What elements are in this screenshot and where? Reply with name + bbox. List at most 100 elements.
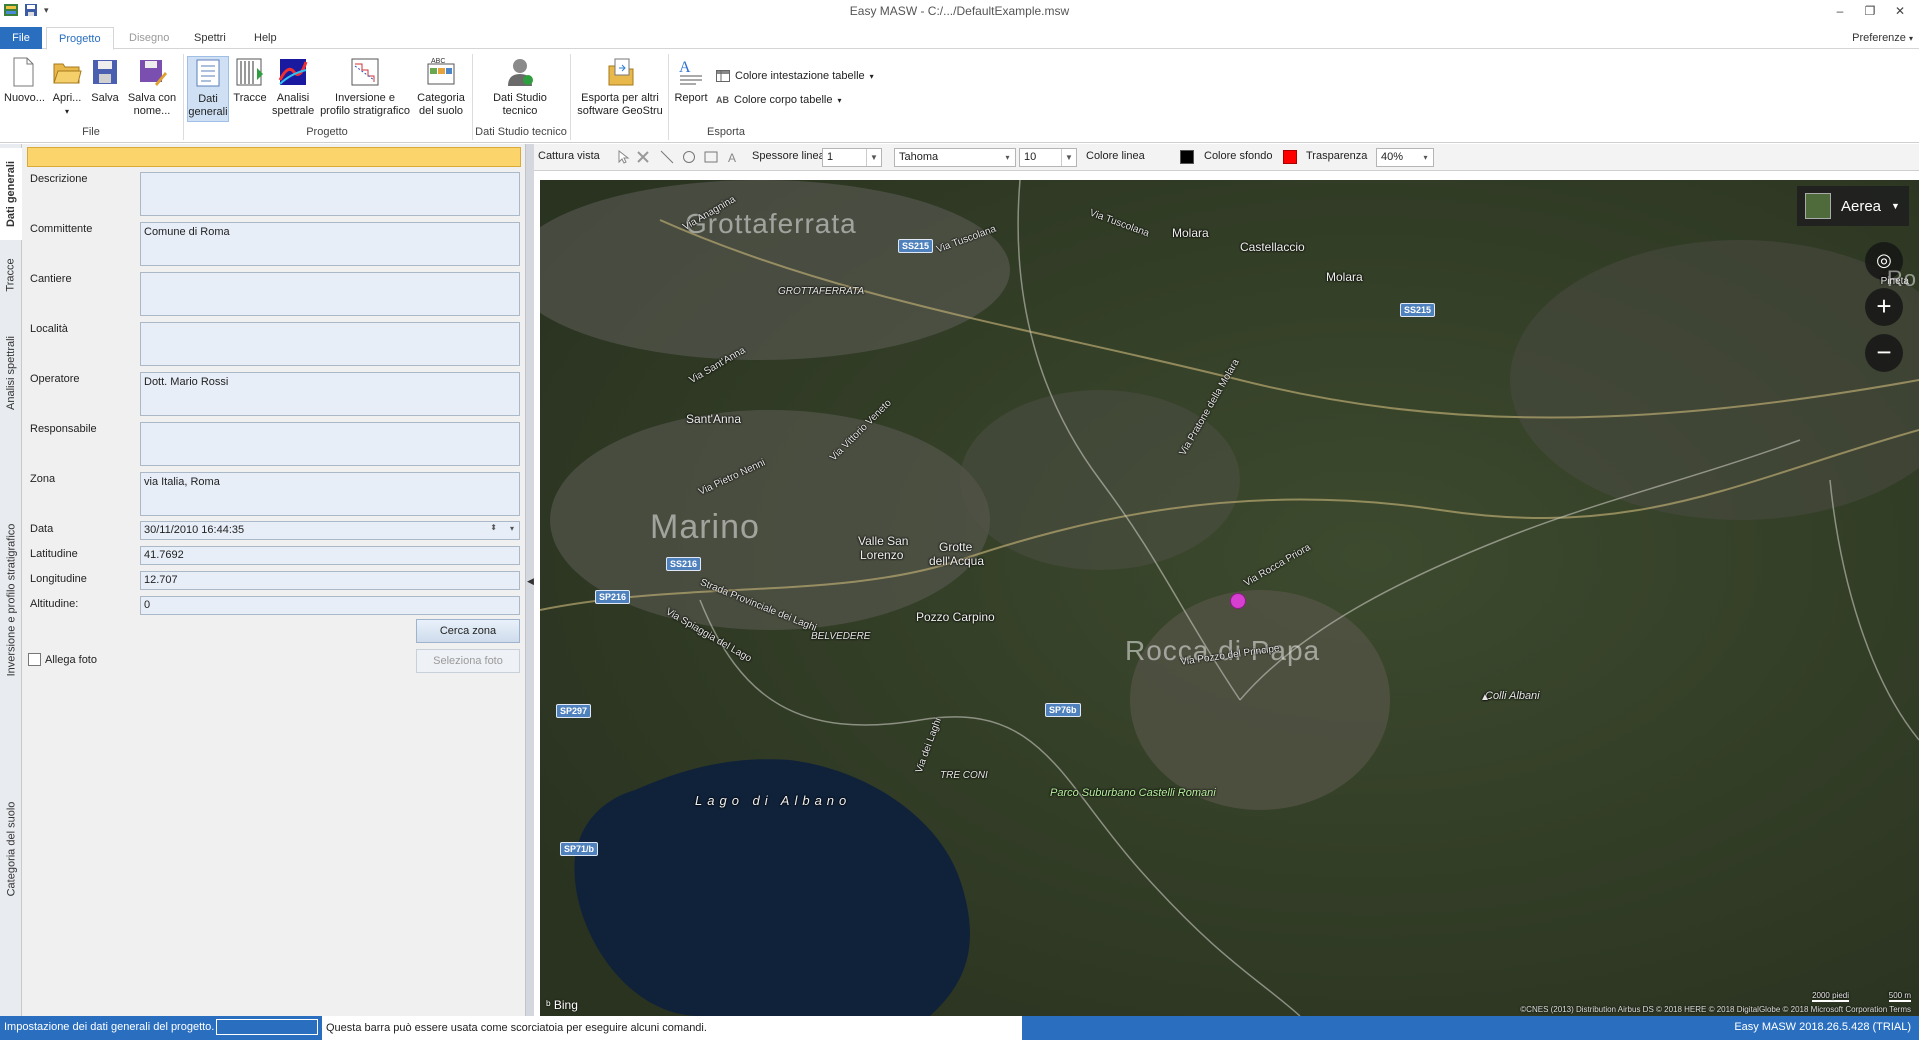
location-pin[interactable] <box>1230 593 1246 609</box>
save-button[interactable]: Salva <box>90 56 120 105</box>
preferences-menu[interactable]: Preferenze ▾ <box>1852 27 1913 50</box>
localita-field[interactable] <box>140 322 520 366</box>
categoria-suolo-button[interactable]: ABC Categoria del suolo <box>416 56 466 118</box>
pointer-icon[interactable] <box>616 150 630 164</box>
progetto-group-label: Progetto <box>306 126 348 138</box>
data-datetime-picker[interactable]: 30/11/2010 16:44:35 ⬍ ▾ <box>140 521 520 540</box>
colore-corpo-label: Colore corpo tabelle <box>734 94 833 106</box>
tab-help[interactable]: Help <box>242 27 289 49</box>
tracce-label: Tracce <box>233 92 267 104</box>
descrizione-field[interactable] <box>140 172 520 216</box>
new-button[interactable]: Nuovo... <box>4 56 45 105</box>
seleziona-foto-button[interactable]: Seleziona foto <box>416 649 520 673</box>
responsabile-field[interactable] <box>140 422 520 466</box>
save-as-button[interactable]: Salva con nome... <box>126 56 178 118</box>
dati-generali-button[interactable]: Dati generali <box>187 56 229 122</box>
plus-icon: + <box>1876 291 1892 321</box>
tab-disegno[interactable]: Disegno <box>117 27 181 49</box>
font-select[interactable]: Tahoma ▾ <box>894 148 1016 167</box>
save-label: Salva <box>91 92 119 104</box>
bing-logo: ᵇ Bing <box>546 998 578 1012</box>
latitudine-field[interactable]: 41.7692 <box>140 546 520 565</box>
aerial-thumbnail-icon <box>1805 193 1831 219</box>
tab-file[interactable]: File <box>0 27 42 49</box>
chevron-down-icon: ▼ <box>1891 201 1900 211</box>
categoria-label-1: Categoria <box>417 92 465 104</box>
colore-intestazione-button[interactable]: Colore intestazione tabelle ▾ <box>716 70 874 82</box>
analisi-spettrale-button[interactable]: Analisi spettrale <box>272 56 314 118</box>
tab-progetto[interactable]: Progetto <box>46 27 114 50</box>
esporta-geostru-button[interactable]: Esporta per altri software GeoStru <box>574 56 666 118</box>
vtab-tracce-label: Tracce <box>5 258 17 292</box>
vtab-categoria[interactable]: Categoria del suolo <box>0 764 22 934</box>
colore-sfondo-swatch[interactable] <box>1283 150 1297 164</box>
dati-generali-panel: Descrizione Committente Comune di Roma C… <box>22 144 525 1016</box>
trasparenza-select[interactable]: 40% ▾ <box>1376 148 1434 167</box>
esporta-label-2: software GeoStru <box>577 105 663 117</box>
cattura-vista-button[interactable]: Cattura vista <box>538 150 600 162</box>
font-size-select[interactable]: 10 ▼ <box>1019 148 1077 167</box>
committente-field[interactable]: Comune di Roma <box>140 222 520 266</box>
svg-text:A: A <box>679 59 691 76</box>
spessore-linea-select[interactable]: 1 ▼ <box>822 148 882 167</box>
map-style-selector[interactable]: Aerea ▼ <box>1797 186 1909 226</box>
altitudine-label: Altitudine: <box>30 598 79 610</box>
open-button[interactable]: Apri... ▾ <box>50 56 84 118</box>
vtab-dati-generali[interactable]: Dati generali <box>0 148 22 240</box>
responsabile-label: Responsabile <box>30 423 97 435</box>
spin-icon[interactable]: ⬍ <box>490 523 497 532</box>
tracce-button[interactable]: Tracce <box>232 56 268 105</box>
export-icon <box>608 58 634 86</box>
zoom-in-button[interactable]: + <box>1865 288 1903 326</box>
ellipse-tool-icon[interactable] <box>682 150 696 164</box>
aerial-map[interactable]: Grottaferrata GROTTAFERRATA Marino Rocca… <box>540 180 1919 1016</box>
new-label: Nuovo... <box>4 92 45 104</box>
rectangle-tool-icon[interactable] <box>704 150 718 164</box>
altitudine-field[interactable]: 0 <box>140 596 520 615</box>
status-bar: Impostazione dei dati generali del proge… <box>0 1016 1919 1040</box>
map-label-grottaferrata-small: GROTTAFERRATA <box>778 286 865 297</box>
colore-corpo-button[interactable]: AB Colore corpo tabelle ▾ <box>716 94 841 106</box>
vtab-tracce[interactable]: Tracce <box>0 244 22 306</box>
inversione-button[interactable]: Inversione e profilo stratigrafico <box>318 56 412 118</box>
minimize-button[interactable]: – <box>1825 0 1855 22</box>
report-button[interactable]: A Report <box>672 56 710 105</box>
close-button[interactable]: ✕ <box>1885 0 1915 22</box>
esporta-label-1: Esporta per altri <box>581 92 659 104</box>
delete-icon[interactable] <box>636 150 650 164</box>
trasparenza-label: Trasparenza <box>1306 150 1368 162</box>
cerca-zona-button[interactable]: Cerca zona <box>416 619 520 643</box>
allega-foto-checkbox[interactable]: Allega foto <box>28 653 97 666</box>
vtab-analisi[interactable]: Analisi spettrali <box>0 310 22 436</box>
vtab-inversione[interactable]: Inversione e profilo stratigrafico <box>0 440 22 760</box>
save-as-label-2: nome... <box>133 105 171 117</box>
status-command-input[interactable] <box>216 1019 318 1035</box>
restore-button[interactable]: ❐ <box>1855 0 1885 22</box>
bing-label: Bing <box>553 998 578 1012</box>
line-tool-icon[interactable] <box>660 150 674 164</box>
checkbox-box[interactable] <box>28 653 41 666</box>
text-tool-icon[interactable]: A <box>726 150 740 164</box>
collapse-arrow-icon[interactable]: ◀ <box>527 576 534 592</box>
operatore-field[interactable]: Dott. Mario Rossi <box>140 372 520 416</box>
floppy-icon <box>93 60 117 84</box>
longitudine-field[interactable]: 12.707 <box>140 571 520 590</box>
dati-studio-button[interactable]: Dati Studio tecnico <box>486 56 554 118</box>
analisi-label-2: spettrale <box>272 105 315 117</box>
trasparenza-value: 40% <box>1381 151 1404 163</box>
chevron-down-icon[interactable]: ▾ <box>510 524 514 533</box>
tab-spettri[interactable]: Spettri <box>182 27 238 49</box>
vtab-categoria-label: Categoria del suolo <box>5 801 18 897</box>
ab-icon: AB <box>716 95 729 105</box>
colore-linea-swatch[interactable] <box>1180 150 1194 164</box>
zona-field[interactable]: via Italia, Roma <box>140 472 520 516</box>
map-label-valle-san-1: Valle San <box>858 534 909 548</box>
floppy-pencil-icon <box>140 60 167 86</box>
zoom-out-button[interactable]: − <box>1865 334 1903 372</box>
map-label-grotte-2: dell'Acqua <box>929 554 984 568</box>
panel-splitter[interactable]: ◀ <box>525 144 534 1016</box>
chevron-down-icon: ▾ <box>1908 34 1913 43</box>
map-label-castellaccio: Castellaccio <box>1240 240 1305 254</box>
chevron-down-icon: ▾ <box>1423 153 1428 162</box>
cantiere-field[interactable] <box>140 272 520 316</box>
